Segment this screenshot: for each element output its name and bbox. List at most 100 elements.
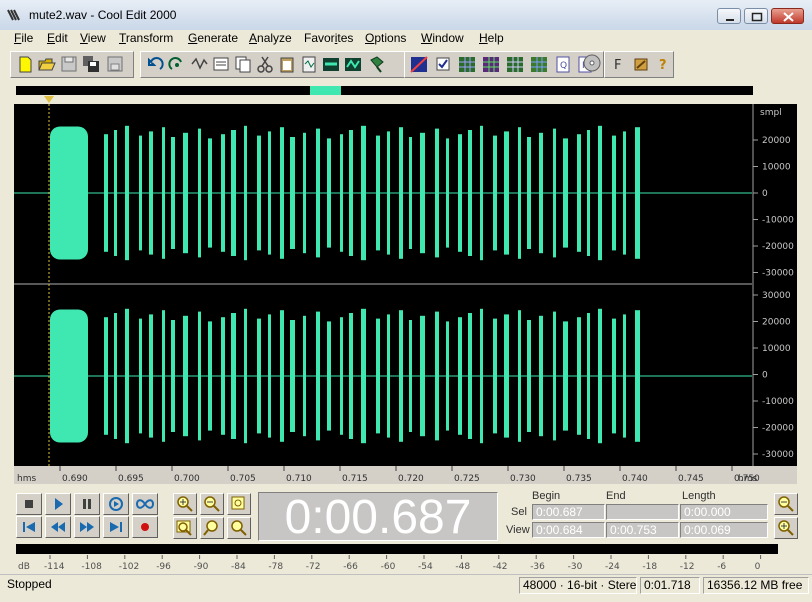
menu-options[interactable]: Options	[365, 31, 406, 45]
go-to-end-button[interactable]	[103, 516, 129, 538]
level-meter: dB -114 -108 -102 -96 -90 -84 -78 -72 -66 -60 -54 -4…	[16, 544, 796, 574]
mix-paste-icon[interactable]	[343, 54, 363, 75]
trim-icon[interactable]	[321, 54, 341, 75]
open-folder-icon[interactable]	[37, 54, 57, 75]
menu-help[interactable]: Help	[479, 31, 504, 45]
level-tick-label: -36	[530, 562, 545, 572]
go-to-start-button[interactable]	[16, 516, 42, 538]
overview-scrollbar[interactable]	[16, 86, 753, 95]
cut-icon[interactable]	[255, 54, 275, 75]
amplitude-tick-label: -30000	[762, 269, 794, 279]
play-to-end-button[interactable]	[103, 493, 129, 515]
save-all-icon[interactable]	[105, 54, 125, 75]
wave-burst	[208, 138, 212, 248]
paste-mix-icon[interactable]	[299, 54, 319, 75]
sel-begin-field[interactable]: 0:00.687	[532, 504, 605, 520]
amplitude-tick-label: -20000	[762, 242, 794, 252]
menu-window[interactable]: Window	[421, 31, 464, 45]
wave-edit-icon[interactable]	[189, 54, 209, 75]
toolbar-group-misc: F ?	[604, 51, 674, 78]
wave-burst	[162, 127, 165, 259]
time-tick-label: 0.700	[174, 474, 200, 484]
title-bar[interactable]: mute2.wav - Cool Edit 2000	[0, 0, 812, 31]
menu-generate[interactable]: Generate	[188, 31, 238, 45]
wave-burst	[280, 127, 284, 259]
undo-icon[interactable]	[145, 54, 165, 75]
pause-button[interactable]	[74, 493, 100, 515]
select-all-icon[interactable]	[211, 54, 231, 75]
close-button[interactable]	[771, 8, 804, 24]
menu-transform[interactable]: Transform	[119, 31, 173, 45]
view-length-field[interactable]: 0:00.069	[680, 522, 768, 538]
wave-burst	[316, 311, 320, 441]
zoom-in-vertical-button[interactable]	[774, 517, 798, 539]
wave-burst	[50, 309, 88, 443]
app-icon[interactable]	[7, 8, 21, 22]
wave-burst	[221, 317, 225, 435]
waveform-canvas[interactable]: smpl 20000 10000 0 -10000 -20000 -30000 30000…	[14, 104, 797, 484]
view-end-field[interactable]: 0:00.753	[606, 522, 679, 538]
wave-burst	[635, 127, 640, 259]
cd-icon[interactable]	[582, 53, 602, 74]
menu-view[interactable]: View	[80, 31, 106, 45]
grid-view-4-icon[interactable]	[529, 54, 549, 75]
cue-list-icon[interactable]: Q	[553, 54, 573, 75]
repeat-last-icon[interactable]	[167, 54, 187, 75]
checkbox-icon[interactable]	[433, 54, 453, 75]
zoom-left-edge-button[interactable]	[200, 517, 224, 539]
zoom-full-button[interactable]	[227, 493, 251, 515]
svg-text:?: ?	[659, 58, 667, 73]
wave-burst	[244, 308, 247, 444]
svg-text:F: F	[614, 58, 621, 73]
zoom-out-horizontal-button[interactable]	[200, 493, 224, 515]
time-tick-label: 0.735	[566, 474, 592, 484]
wave-burst	[623, 314, 626, 438]
convert-icon[interactable]	[367, 54, 387, 75]
zoom-in-horizontal-button[interactable]	[173, 493, 197, 515]
fast-forward-button[interactable]	[74, 516, 100, 538]
spectral-view-icon[interactable]	[409, 54, 429, 75]
minimize-button[interactable]	[717, 8, 741, 24]
play-button[interactable]	[45, 493, 71, 515]
view-begin-field[interactable]: 0:00.684	[532, 522, 605, 538]
sel-end-field[interactable]	[606, 504, 679, 520]
rewind-button[interactable]	[45, 516, 71, 538]
grid-view-3-icon[interactable]	[505, 54, 525, 75]
menu-file[interactable]: File	[14, 31, 33, 45]
record-button[interactable]	[132, 516, 158, 538]
channel-right-waveform[interactable]	[14, 308, 752, 444]
menu-edit[interactable]: Edit	[47, 31, 68, 45]
waveform-display[interactable]: smpl 20000 10000 0 -10000 -20000 -30000 30000…	[14, 96, 797, 484]
grid-view-icon[interactable]	[457, 54, 477, 75]
wave-burst	[458, 134, 462, 252]
save-as-icon[interactable]	[81, 54, 101, 75]
playhead-marker-icon[interactable]	[44, 96, 54, 103]
channel-left-waveform[interactable]	[14, 125, 752, 261]
grid-view-alt-icon[interactable]	[481, 54, 501, 75]
sel-length-field[interactable]: 0:00.000	[680, 504, 768, 520]
overview-thumb[interactable]	[310, 86, 341, 95]
help-icon[interactable]: ?	[653, 54, 673, 75]
zoom-out-vertical-button[interactable]	[774, 493, 798, 515]
options-icon[interactable]	[631, 54, 651, 75]
level-tick-label: -90	[194, 562, 209, 572]
save-icon[interactable]	[59, 54, 79, 75]
copy-to-new-icon[interactable]	[233, 54, 253, 75]
length-header: Length	[682, 490, 716, 502]
menu-favorites[interactable]: Favorites	[304, 31, 353, 45]
zoom-right-edge-button[interactable]	[227, 517, 251, 539]
level-tick-label: -72	[306, 562, 321, 572]
stop-button[interactable]	[16, 493, 42, 515]
functions-icon[interactable]: F	[609, 54, 629, 75]
level-tick-label: dB	[18, 562, 30, 572]
maximize-button[interactable]	[744, 8, 768, 24]
loop-button[interactable]	[132, 493, 158, 515]
new-file-icon[interactable]	[15, 54, 35, 75]
menu-analyze[interactable]: Analyze	[249, 31, 292, 45]
zoom-to-selection-button[interactable]	[173, 517, 197, 539]
wave-burst	[504, 131, 509, 255]
wave-burst	[303, 315, 306, 437]
wave-burst	[504, 314, 509, 438]
paste-icon[interactable]	[277, 54, 297, 75]
current-time: 0:00.687	[284, 491, 472, 544]
